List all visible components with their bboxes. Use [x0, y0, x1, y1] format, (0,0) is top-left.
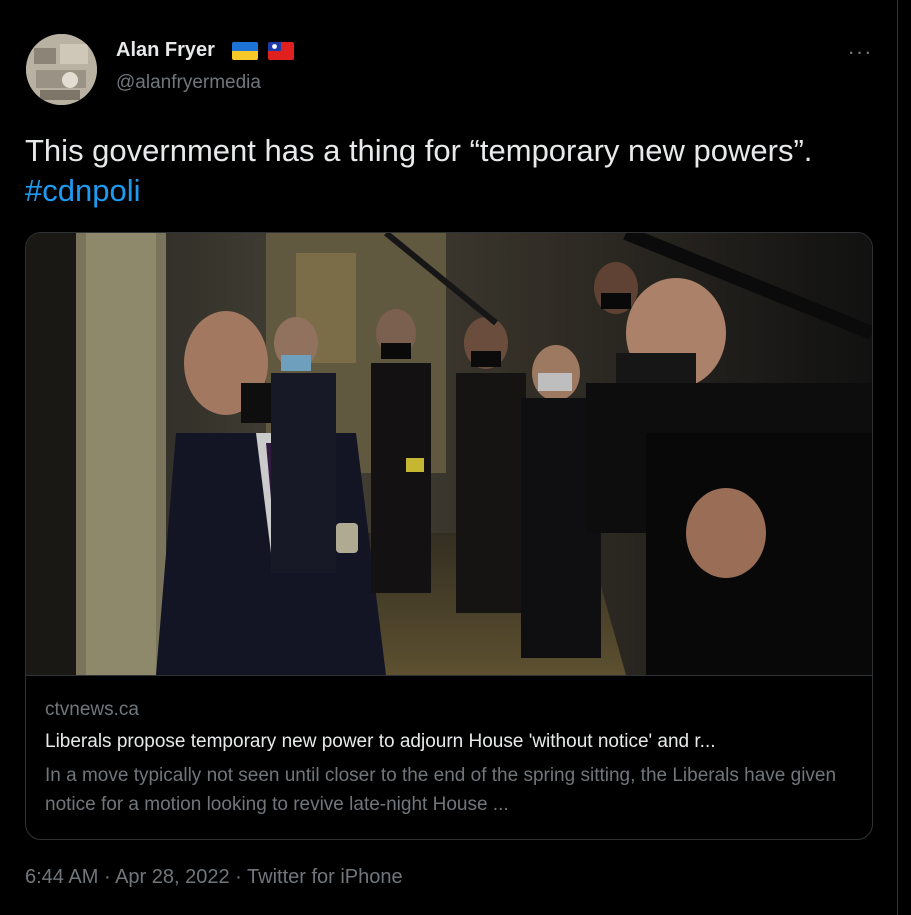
card-title: Liberals propose temporary new power to …	[45, 731, 716, 752]
tweet-source: Twitter for iPhone	[247, 866, 403, 888]
ukraine-flag-icon	[232, 42, 258, 60]
tweet-time[interactable]: 6:44 AM	[25, 866, 98, 888]
display-name[interactable]: Alan Fryer	[116, 39, 215, 62]
tweet-body: This government has a thing for “tempora…	[25, 133, 813, 168]
link-preview-card[interactable]: ctvnews.ca Liberals propose temporary ne…	[25, 232, 873, 840]
tweet-date[interactable]: Apr 28, 2022	[115, 866, 230, 888]
meta-separator: ·	[229, 866, 248, 888]
card-image	[26, 233, 872, 675]
avatar-image	[26, 34, 97, 105]
taiwan-flag-icon	[268, 42, 294, 60]
card-divider	[26, 675, 872, 676]
tweet-metadata: 6:44 AM · Apr 28, 2022 · Twitter for iPh…	[25, 866, 403, 889]
card-domain: ctvnews.ca	[45, 699, 139, 720]
user-handle[interactable]: @alanfryermedia	[116, 72, 261, 94]
avatar[interactable]	[26, 34, 97, 105]
column-border	[897, 0, 898, 915]
card-description: In a move typically not seen until close…	[45, 765, 837, 815]
tweet-text: This government has a thing for “tempora…	[25, 131, 855, 211]
meta-separator: ·	[98, 866, 116, 888]
hashtag-link[interactable]: #cdnpoli	[25, 173, 140, 208]
more-options-button[interactable]: ···	[844, 36, 876, 68]
tweet-header: Alan Fryer @alanfryermedia ···	[26, 34, 876, 106]
